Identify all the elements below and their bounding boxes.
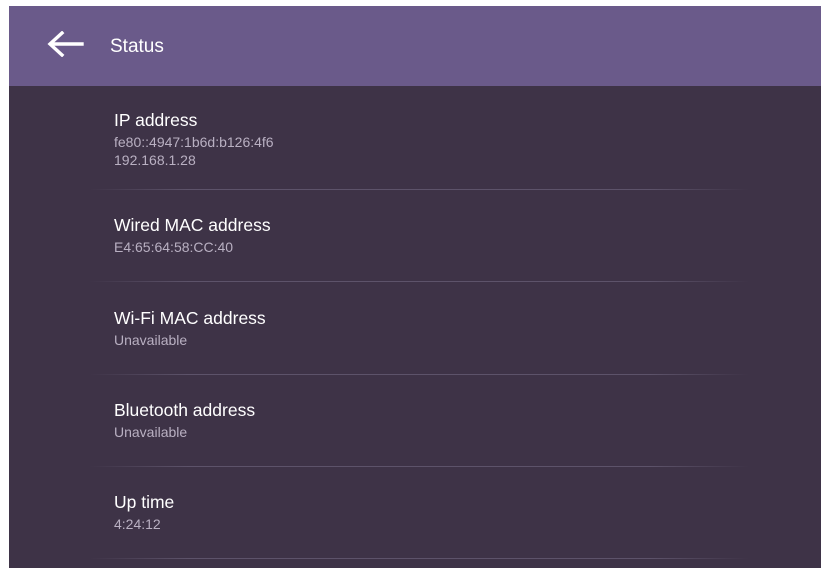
item-value: 192.168.1.28 (114, 152, 196, 168)
item-value: 4:24:12 (114, 516, 161, 532)
item-title: IP address (114, 110, 198, 130)
item-value: E4:65:64:58:CC:40 (114, 239, 234, 255)
page-title: Status (110, 36, 164, 57)
item-value: Unavailable (114, 332, 188, 348)
divider (89, 558, 749, 559)
list-item-bluetooth-address[interactable]: Bluetooth address Unavailable (9, 399, 821, 441)
item-title: Wi-Fi MAC address (114, 308, 266, 328)
arrow-left-icon (46, 30, 84, 62)
item-title: Bluetooth address (114, 400, 256, 420)
divider (89, 281, 749, 282)
status-screen: Status IP address fe80::4947:1b6d:b126:4… (9, 6, 821, 568)
item-value: Unavailable (114, 424, 188, 440)
item-value: fe80::4947:1b6d:b126:4f6 (114, 134, 274, 150)
divider (89, 466, 749, 467)
list-item-up-time[interactable]: Up time 4:24:12 (9, 491, 821, 533)
app-bar: Status (9, 6, 821, 86)
list-item-wifi-mac-address[interactable]: Wi-Fi MAC address Unavailable (9, 307, 821, 349)
item-title: Up time (114, 492, 175, 512)
divider (89, 374, 749, 375)
list-item-wired-mac-address[interactable]: Wired MAC address E4:65:64:58:CC:40 (9, 214, 821, 256)
divider (89, 189, 749, 190)
item-title: Wired MAC address (114, 215, 271, 235)
list-item-ip-address[interactable]: IP address fe80::4947:1b6d:b126:4f6 192.… (9, 109, 821, 169)
back-button[interactable] (43, 30, 87, 62)
